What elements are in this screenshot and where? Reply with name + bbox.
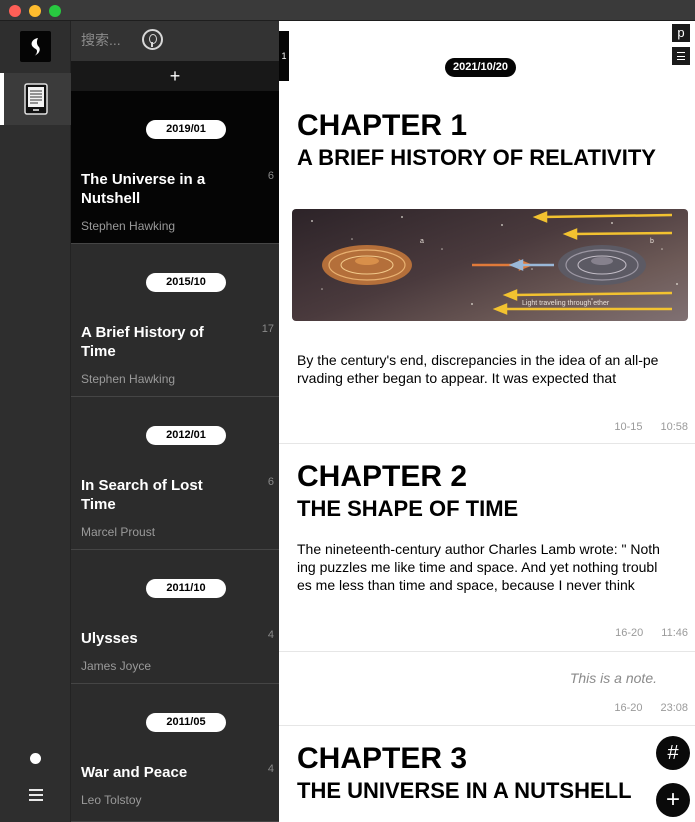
note-count: 6 <box>267 476 274 488</box>
note-count: 17 <box>261 323 274 335</box>
book-item[interactable]: 2011/10 Ulysses 4 James Joyce <box>71 550 279 684</box>
chapter-subtitle: A BRIEF HISTORY OF RELATIVITY <box>297 145 656 170</box>
chapter-subtitle: THE SHAPE OF TIME <box>297 496 519 521</box>
book-title: The Universe in a Nutshell <box>81 171 206 207</box>
book-item[interactable]: 2011/05 War and Peace 4 Leo Tolstoy <box>71 684 279 822</box>
add-note-button[interactable]: + <box>656 783 690 817</box>
chapter-excerpt: The nineteenth-century author Charles La… <box>297 541 660 593</box>
illustration-caption: Light traveling through ether <box>522 300 610 307</box>
active-indicator <box>0 73 4 125</box>
icon-rail <box>0 21 71 822</box>
svg-text:a: a <box>420 238 424 245</box>
note-count: 4 <box>267 629 274 641</box>
chapter-excerpt: By the century's end, discrepancies in t… <box>297 352 659 386</box>
card-meta: 16-20 23:08 <box>614 702 688 714</box>
page-range: 10-15 <box>614 421 643 433</box>
date-badge: 2011/10 <box>146 579 226 598</box>
timestamp: 10:58 <box>660 421 688 433</box>
note-count: 6 <box>267 170 274 182</box>
toc-menu-icon[interactable] <box>672 47 690 65</box>
ereader-search-icon[interactable] <box>142 29 163 50</box>
chapter-card[interactable]: CHAPTER 2 THE SHAPE OF TIME The nineteen… <box>279 444 695 652</box>
book-title: War and Peace <box>81 764 188 781</box>
chapter-card[interactable]: CHAPTER 3 THE UNIVERSE IN A NUTSHELL <box>279 726 695 822</box>
page-range: 16-20 <box>615 627 644 639</box>
book-list-panel: + 2019/01 The Universe in a Nutshell 6 S… <box>71 21 279 822</box>
search-input[interactable] <box>81 32 141 48</box>
chapter-subtitle: THE UNIVERSE IN A NUTSHELL <box>297 778 632 803</box>
window-titlebar <box>0 0 695 21</box>
book-author: James Joyce <box>81 659 152 673</box>
card-meta: 10-15 10:58 <box>614 421 688 433</box>
book-title: A Brief History of Time <box>81 324 204 360</box>
p-button[interactable]: p <box>672 24 690 42</box>
card-meta: 16-20 11:46 <box>615 627 688 639</box>
book-item[interactable]: 2015/10 A Brief History of Time 17 Steph… <box>71 244 279 397</box>
date-badge: 2019/01 <box>146 120 226 139</box>
timestamp: 11:46 <box>661 627 688 639</box>
search-bar <box>71 21 279 61</box>
svg-text:b: b <box>650 238 654 245</box>
close-window-button[interactable] <box>9 5 21 17</box>
feather-logo-icon[interactable] <box>20 31 51 62</box>
page-range: 16-20 <box>614 702 643 714</box>
minimize-window-button[interactable] <box>29 5 41 17</box>
book-title: In Search of Lost Time <box>81 477 203 513</box>
book-author: Leo Tolstoy <box>81 793 142 807</box>
date-badge: 2021/10/20 <box>445 58 516 77</box>
circle-icon[interactable] <box>30 753 41 764</box>
book-author: Marcel Proust <box>81 525 156 539</box>
chapter-illustration: Light traveling through ether a b <box>292 209 688 321</box>
chapter-heading: CHAPTER 3 <box>297 742 468 775</box>
book-item[interactable]: 2019/01 The Universe in a Nutshell 6 Ste… <box>71 91 279 244</box>
date-badge: 2012/01 <box>146 426 226 445</box>
book-item[interactable]: 2012/01 In Search of Lost Time 6 Marcel … <box>71 397 279 550</box>
note-card[interactable]: This is a note. 16-20 23:08 <box>279 652 695 726</box>
tag-button[interactable]: # <box>656 736 690 770</box>
book-author: Stephen Hawking <box>81 219 176 233</box>
note-text: This is a note. <box>569 670 657 686</box>
book-title: Ulysses <box>81 630 138 647</box>
menu-icon[interactable] <box>27 787 45 803</box>
date-badge: 2015/10 <box>146 273 226 292</box>
ereader-icon <box>23 83 48 115</box>
reading-pane: 2021/10/20 p CHAPTER 1 A BRIEF HISTORY O… <box>279 21 695 822</box>
chapter-heading: CHAPTER 1 <box>297 109 468 142</box>
zoom-window-button[interactable] <box>49 5 61 17</box>
date-badge: 2011/05 <box>146 713 226 732</box>
add-book-button[interactable]: + <box>71 61 279 91</box>
panel-collapse-handle[interactable]: 1 <box>279 31 289 81</box>
note-count: 4 <box>267 763 274 775</box>
chapter-heading: CHAPTER 2 <box>297 460 468 493</box>
library-nav-item[interactable] <box>0 73 71 125</box>
book-author: Stephen Hawking <box>81 372 176 386</box>
timestamp: 23:08 <box>660 702 688 714</box>
